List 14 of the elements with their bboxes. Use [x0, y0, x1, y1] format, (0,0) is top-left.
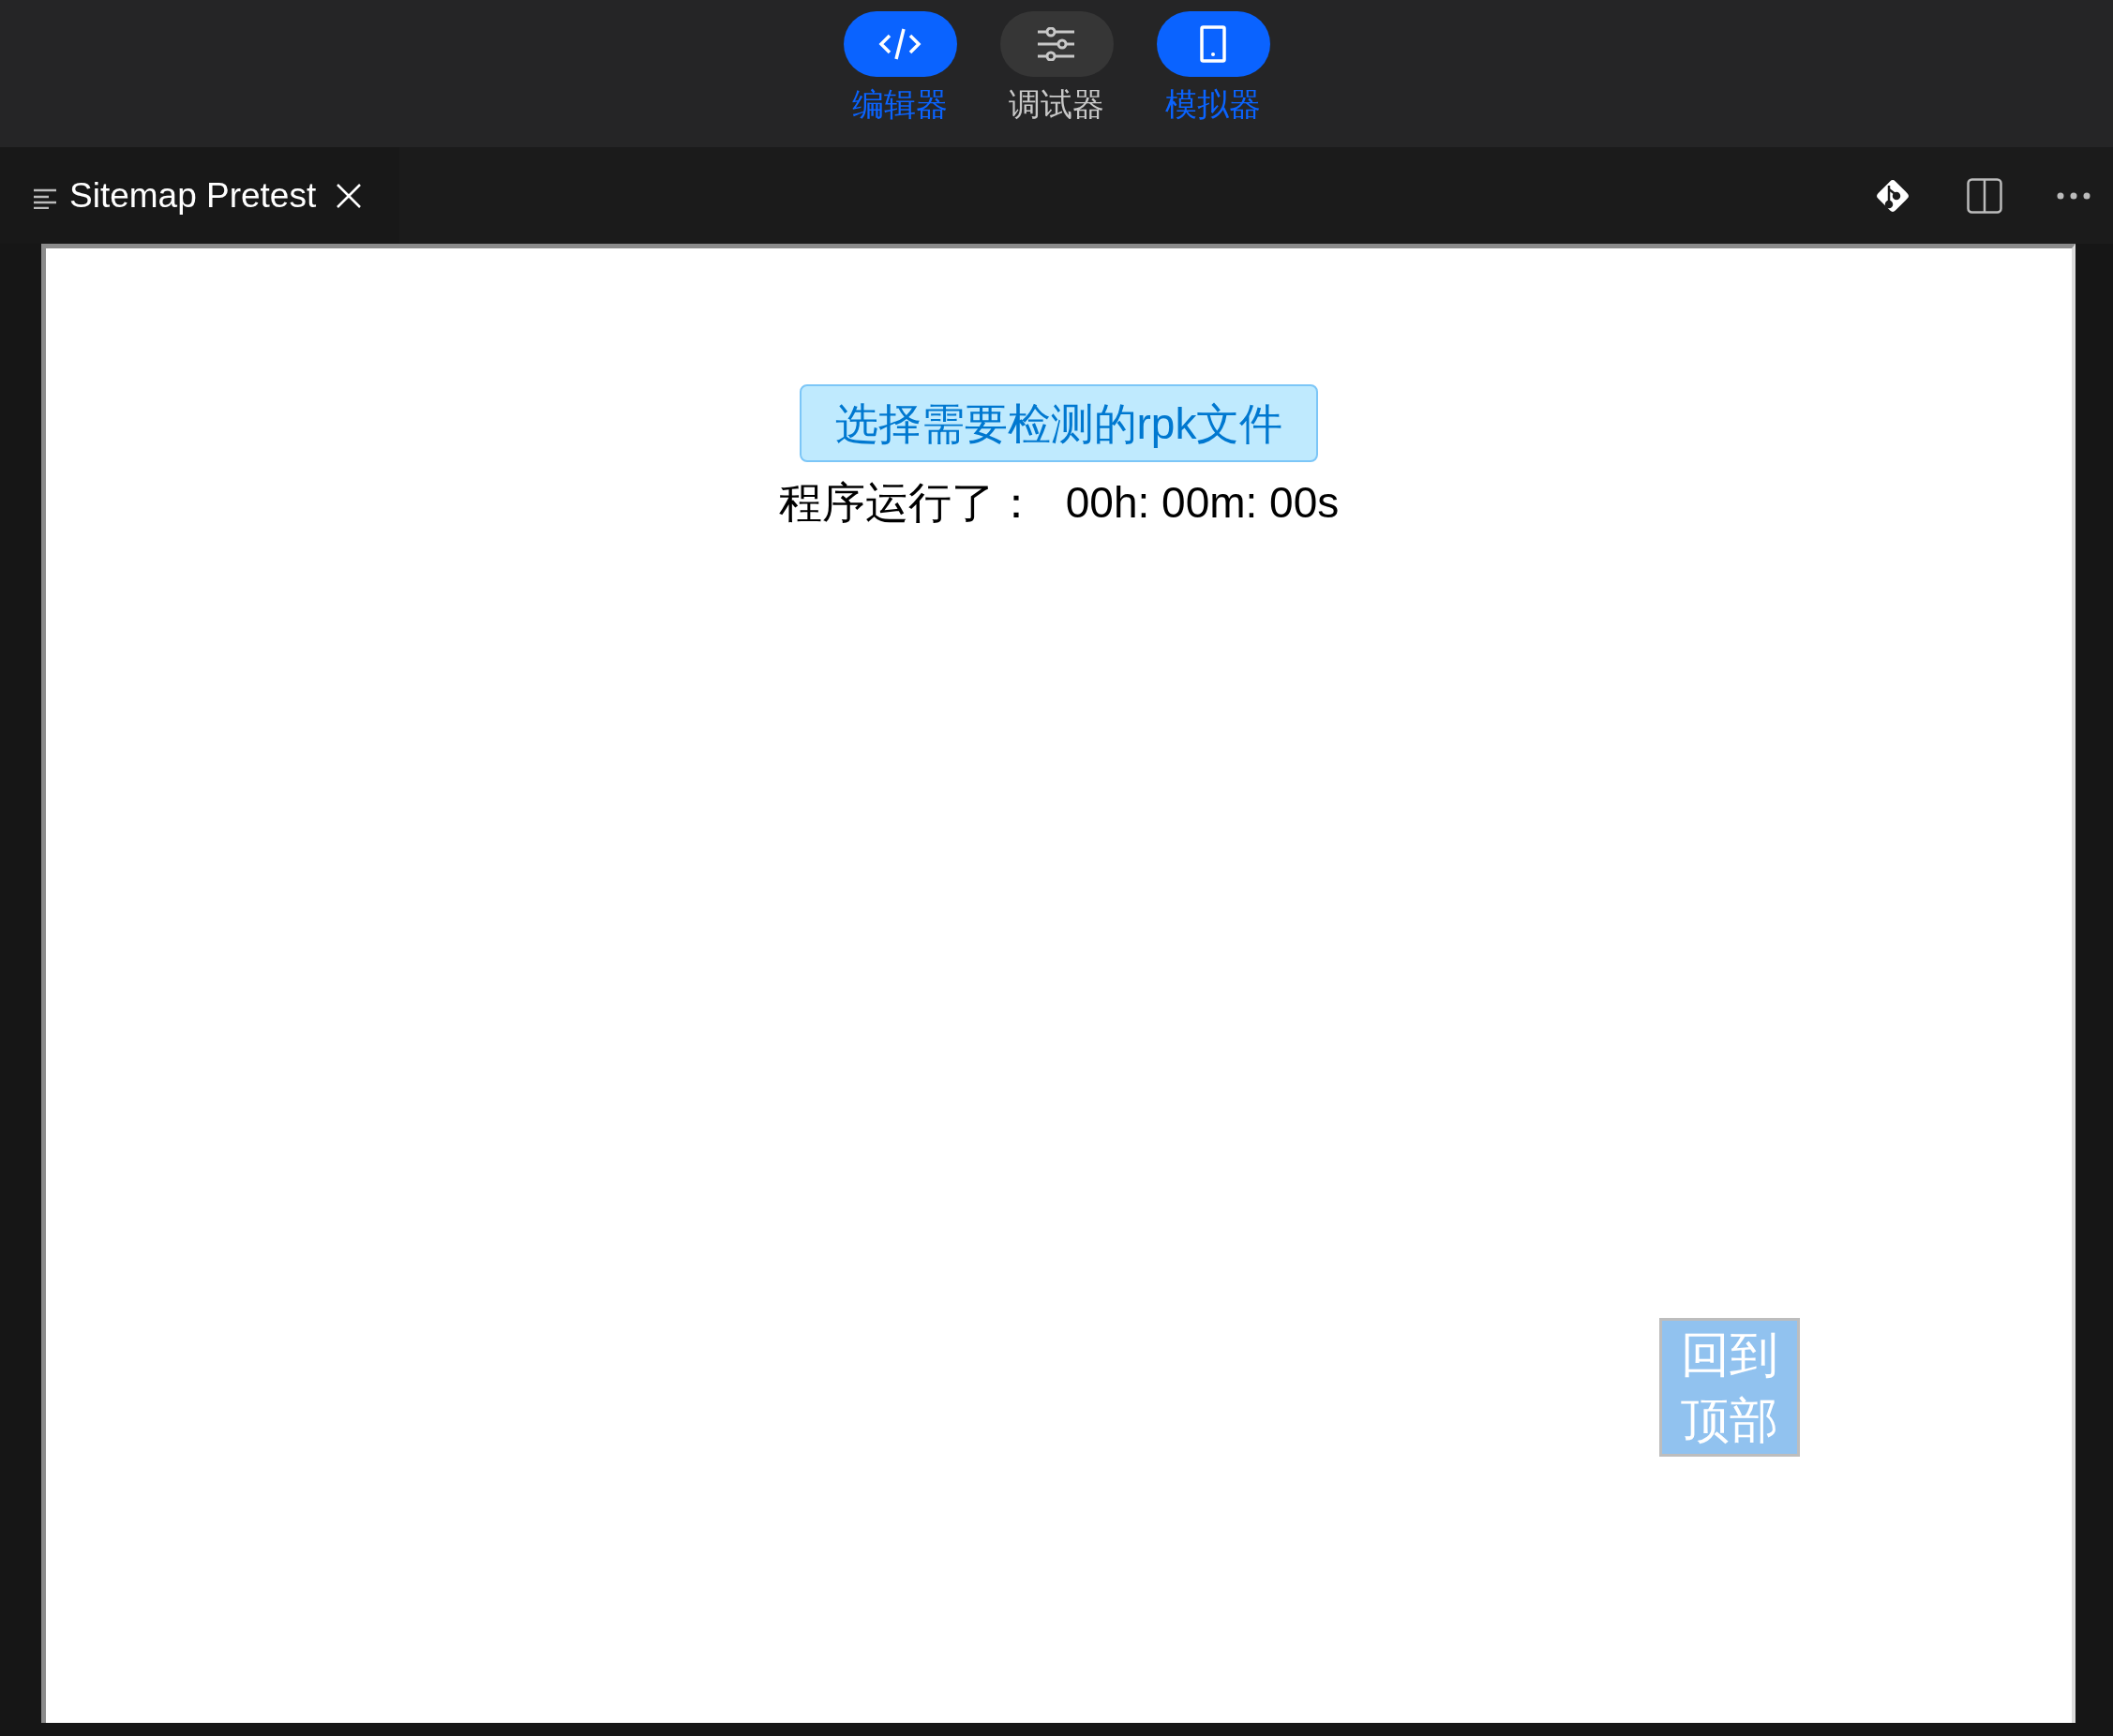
more-icon[interactable] [2057, 191, 2091, 200]
tab-title[interactable]: Sitemap Pretest [69, 178, 317, 213]
mode-label[interactable]: 编辑器 [852, 88, 948, 120]
mode-label[interactable]: 调试器 [1009, 88, 1104, 120]
close-icon[interactable] [337, 183, 362, 208]
sliders-icon [1038, 27, 1075, 61]
runtime-value: 00h: 00m: 00s [1065, 481, 1340, 524]
code-icon [878, 27, 922, 61]
back-to-top-button[interactable]: 回到 顶部 [1659, 1318, 1800, 1457]
phone-icon [1200, 25, 1226, 63]
select-file-button[interactable]: 选择需要检测的rpk文件 [799, 384, 1319, 462]
split-view-icon[interactable] [1967, 177, 2002, 214]
mode-label[interactable]: 模拟器 [1165, 88, 1261, 120]
runtime-label: 程序运行了： [778, 481, 1038, 524]
